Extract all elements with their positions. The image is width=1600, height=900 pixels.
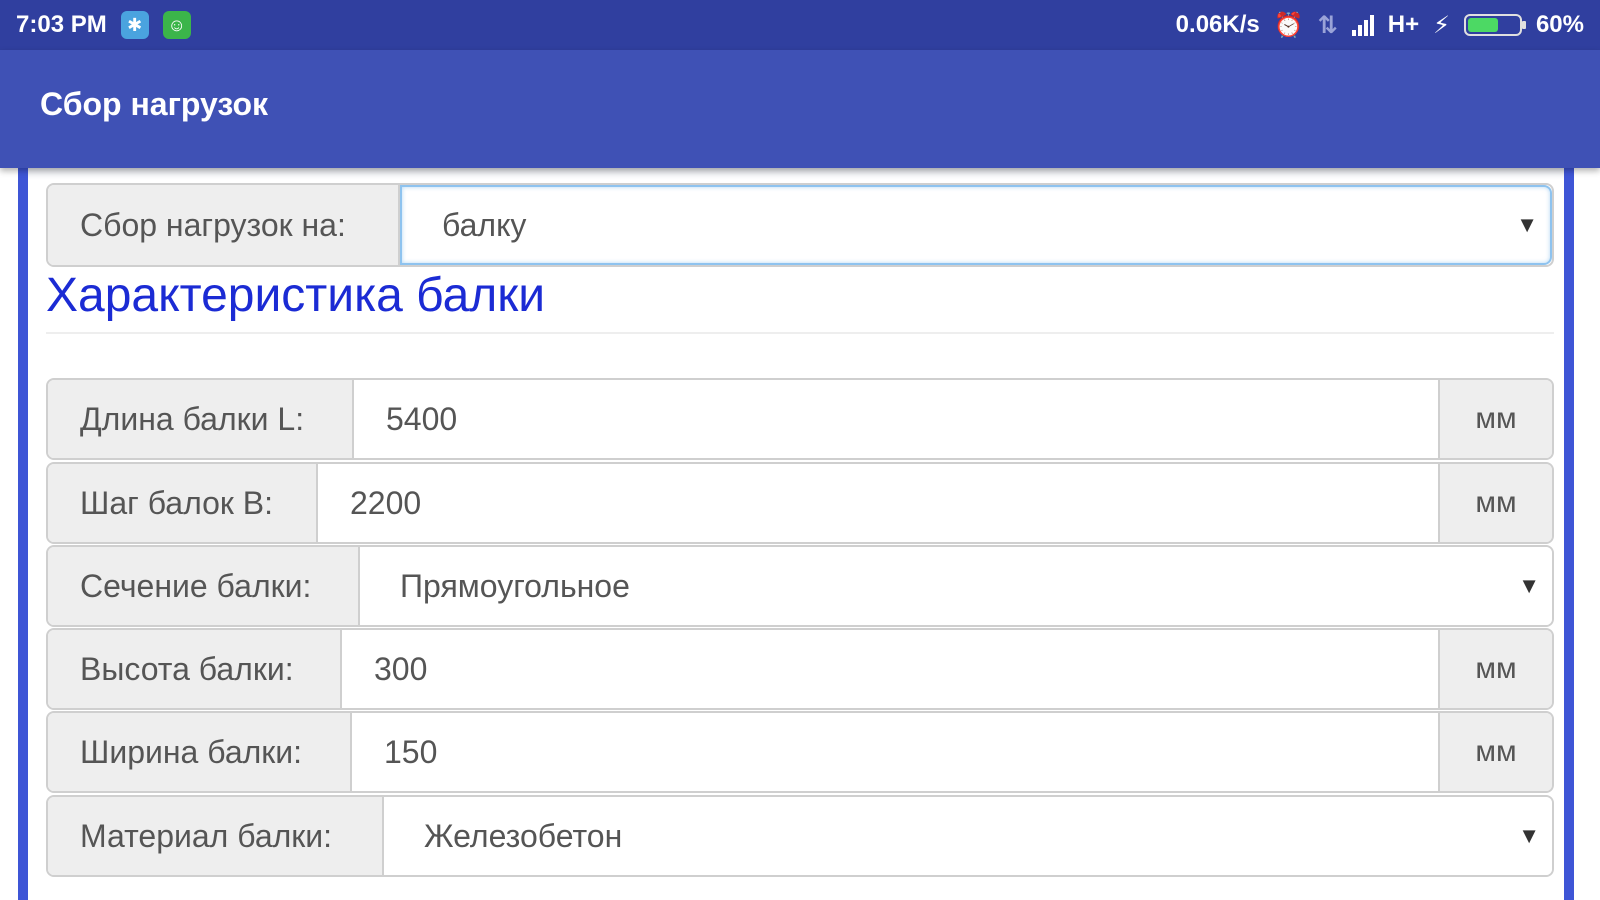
- beam-length-input[interactable]: 5400: [354, 380, 1438, 458]
- beam-height-label: Высота балки:: [48, 630, 342, 708]
- battery-icon: [1463, 14, 1526, 36]
- data-transfer-icon: ⇅: [1317, 11, 1338, 39]
- app-notification-icon: ✱: [120, 11, 149, 39]
- app-title: Сбор нагрузок: [40, 85, 269, 122]
- charging-icon: ⚡: [1433, 11, 1450, 39]
- chevron-down-icon: ▼: [1518, 823, 1540, 848]
- load-target-label: Сбор нагрузок на:: [48, 185, 400, 265]
- status-bar-left: 7:03 PM ✱ ☺: [16, 11, 191, 39]
- beam-material-group: Материал балки: Железобетон ▼: [46, 795, 1554, 877]
- status-bar: 7:03 PM ✱ ☺ 0.06K/s ⏰ ⇅ H+ ⚡ 60%: [0, 0, 1600, 50]
- beam-spacing-label: Шаг балок B:: [48, 464, 318, 542]
- beam-width-input[interactable]: 150: [352, 713, 1438, 791]
- beam-width-group: Ширина балки: 150 мм: [46, 711, 1554, 793]
- beam-length-label: Длина балки L:: [48, 380, 354, 458]
- beam-spacing-input[interactable]: 2200: [318, 464, 1438, 542]
- load-target-value: балку: [442, 206, 527, 243]
- battery-percent: 60%: [1535, 11, 1584, 38]
- section-divider: [46, 332, 1554, 334]
- beam-length-unit: мм: [1438, 380, 1552, 458]
- android-icon: ☺: [162, 11, 191, 39]
- section-title: Характеристика балки: [46, 269, 546, 322]
- status-time: 7:03 PM: [16, 11, 107, 38]
- beam-spacing-unit: мм: [1438, 464, 1552, 542]
- beam-material-select[interactable]: Железобетон ▼: [384, 797, 1552, 875]
- status-bar-right: 0.06K/s ⏰ ⇅ H+ ⚡ 60%: [1176, 11, 1584, 40]
- beam-material-value: Железобетон: [424, 817, 623, 854]
- load-target-group: Сбор нагрузок на: балку ▼: [46, 183, 1554, 267]
- network-type: H+: [1387, 11, 1420, 38]
- beam-height-input[interactable]: 300: [342, 630, 1438, 708]
- beam-height-group: Высота балки: 300 мм: [46, 628, 1554, 710]
- beam-spacing-group: Шаг балок B: 2200 мм: [46, 462, 1554, 544]
- load-target-select[interactable]: балку ▼: [400, 185, 1552, 265]
- network-speed: 0.06K/s: [1175, 11, 1260, 38]
- beam-section-group: Сечение балки: Прямоугольное ▼: [46, 545, 1554, 627]
- beam-width-label: Ширина балки:: [48, 713, 352, 791]
- beam-length-group: Длина балки L: 5400 мм: [46, 378, 1554, 460]
- beam-height-unit: мм: [1438, 630, 1552, 708]
- app-bar: Сбор нагрузок: [0, 50, 1600, 168]
- beam-section-label: Сечение балки:: [48, 547, 360, 625]
- battery-fill: [1467, 18, 1498, 32]
- frame-shadow: [28, 168, 1564, 180]
- chevron-down-icon: ▼: [1518, 573, 1540, 598]
- beam-section-value: Прямоугольное: [400, 567, 630, 604]
- beam-material-label: Материал балки:: [48, 797, 384, 875]
- chevron-down-icon: ▼: [1516, 212, 1538, 237]
- alarm-icon: ⏰: [1273, 11, 1304, 39]
- signal-icon: [1351, 14, 1374, 36]
- beam-section-select[interactable]: Прямоугольное ▼: [360, 547, 1552, 625]
- beam-width-unit: мм: [1438, 713, 1552, 791]
